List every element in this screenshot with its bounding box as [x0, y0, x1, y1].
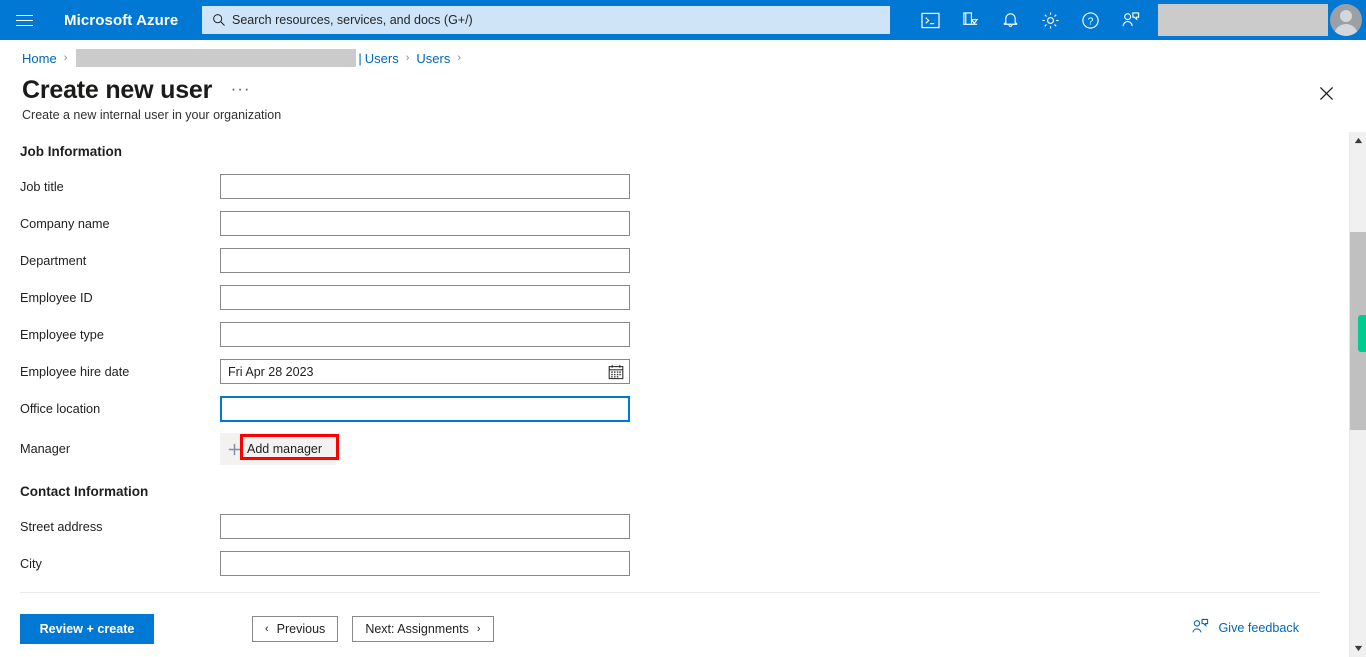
form-row-employee-type: Employee type [0, 316, 1341, 353]
settings-gear-icon[interactable] [1030, 0, 1070, 40]
feedback-person-icon[interactable] [1110, 0, 1150, 40]
form-row-employee-hire-date: Employee hire date [0, 353, 1341, 390]
calendar-icon[interactable] [603, 360, 629, 383]
label-employee-type: Employee type [20, 327, 104, 342]
label-city: City [20, 556, 42, 571]
form-row-street-address: Street address [0, 508, 1341, 545]
azure-brand-label[interactable]: Microsoft Azure [64, 12, 178, 29]
scroll-up-arrow-icon[interactable] [1350, 132, 1366, 149]
azure-top-bar: Microsoft Azure Search resources, servic… [0, 0, 1366, 40]
previous-button[interactable]: ‹ Previous [252, 615, 339, 642]
section-heading-job-information: Job Information [20, 144, 122, 159]
scroll-down-arrow-icon[interactable] [1350, 640, 1366, 657]
section-heading-contact-information: Contact Information [20, 484, 149, 499]
cloud-shell-icon[interactable] [910, 0, 950, 40]
give-feedback-link[interactable]: Give feedback [1191, 618, 1299, 638]
notifications-bell-icon[interactable] [990, 0, 1030, 40]
input-department[interactable] [220, 248, 630, 273]
label-street-address: Street address [20, 519, 103, 534]
input-employee-type[interactable] [220, 322, 630, 347]
header-icon-group: ? [910, 0, 1150, 40]
page-title: Create new user [22, 76, 213, 104]
chevron-left-icon: ‹ [265, 622, 269, 635]
breadcrumb-separator-icon-2: › [405, 52, 410, 64]
input-job-title[interactable] [220, 174, 630, 199]
form-row-company-name: Company name [0, 205, 1341, 242]
next-label: Next: Assignments [365, 621, 469, 636]
label-company-name: Company name [20, 216, 110, 231]
form-row-employee-id: Employee ID [0, 279, 1341, 316]
form-area: Job Information Job title Company name D… [0, 132, 1341, 593]
add-manager-label: Add manager [247, 442, 323, 456]
input-employee-hire-date[interactable] [220, 359, 630, 384]
form-row-office-location: Office location [0, 390, 1341, 427]
wizard-footer: Review + create ‹ Previous Next: Assignm… [0, 600, 1341, 657]
breadcrumb-item-home[interactable]: Home [22, 51, 57, 66]
give-feedback-label: Give feedback [1218, 621, 1299, 635]
breadcrumb-separator-icon: › [63, 52, 68, 64]
breadcrumb-pipe: | [358, 50, 362, 66]
breadcrumb-item-redacted [76, 49, 357, 67]
vertical-scrollbar[interactable] [1349, 132, 1366, 657]
next-assignments-button[interactable]: Next: Assignments › [352, 615, 494, 642]
label-manager: Manager [20, 442, 71, 456]
plus-icon [226, 441, 243, 458]
input-employee-id[interactable] [220, 285, 630, 310]
more-options-icon[interactable]: ··· [231, 79, 251, 99]
scrollbar-position-marker [1358, 315, 1366, 352]
avatar-body-shape [1334, 24, 1358, 36]
label-office-location: Office location [20, 401, 101, 416]
label-department: Department [20, 253, 87, 268]
form-row-city: City [0, 545, 1341, 582]
user-avatar[interactable] [1330, 4, 1362, 36]
account-info-redacted [1158, 4, 1328, 36]
page-subtitle: Create a new internal user in your organ… [22, 108, 282, 122]
input-city[interactable] [220, 551, 630, 576]
search-placeholder-text: Search resources, services, and docs (G+… [232, 13, 473, 27]
hamburger-menu-icon[interactable] [0, 0, 48, 40]
label-job-title: Job title [20, 179, 64, 194]
label-employee-hire-date: Employee hire date [20, 364, 130, 379]
chevron-right-icon: › [476, 622, 481, 635]
breadcrumb: Home › | Users › Users › [0, 40, 1366, 76]
input-company-name[interactable] [220, 211, 630, 236]
avatar-head-shape [1340, 10, 1352, 22]
previous-label: Previous [276, 621, 326, 636]
form-footer-divider [20, 592, 1320, 593]
close-icon[interactable] [1314, 81, 1338, 105]
add-manager-button[interactable]: Add manager [220, 433, 339, 465]
breadcrumb-item-users-1[interactable]: Users [365, 51, 399, 66]
input-office-location[interactable] [220, 395, 630, 422]
breadcrumb-separator-icon-3: › [457, 52, 461, 64]
form-row-job-title: Job title [0, 168, 1341, 205]
page-title-wrap: Create new user ··· [22, 76, 251, 105]
review-create-button[interactable]: Review + create [20, 613, 154, 644]
help-question-icon[interactable]: ? [1070, 0, 1110, 40]
give-feedback-icon [1191, 618, 1209, 638]
global-search-input[interactable]: Search resources, services, and docs (G+… [202, 6, 890, 34]
label-employee-id: Employee ID [20, 290, 93, 305]
form-row-manager: Manager Add manager [0, 427, 1341, 471]
input-street-address[interactable] [220, 514, 630, 539]
form-row-department: Department [0, 242, 1341, 279]
svg-text:?: ? [1087, 16, 1093, 27]
search-icon [206, 13, 232, 27]
directories-subscriptions-icon[interactable] [950, 0, 990, 40]
breadcrumb-item-users-2[interactable]: Users [416, 51, 450, 66]
